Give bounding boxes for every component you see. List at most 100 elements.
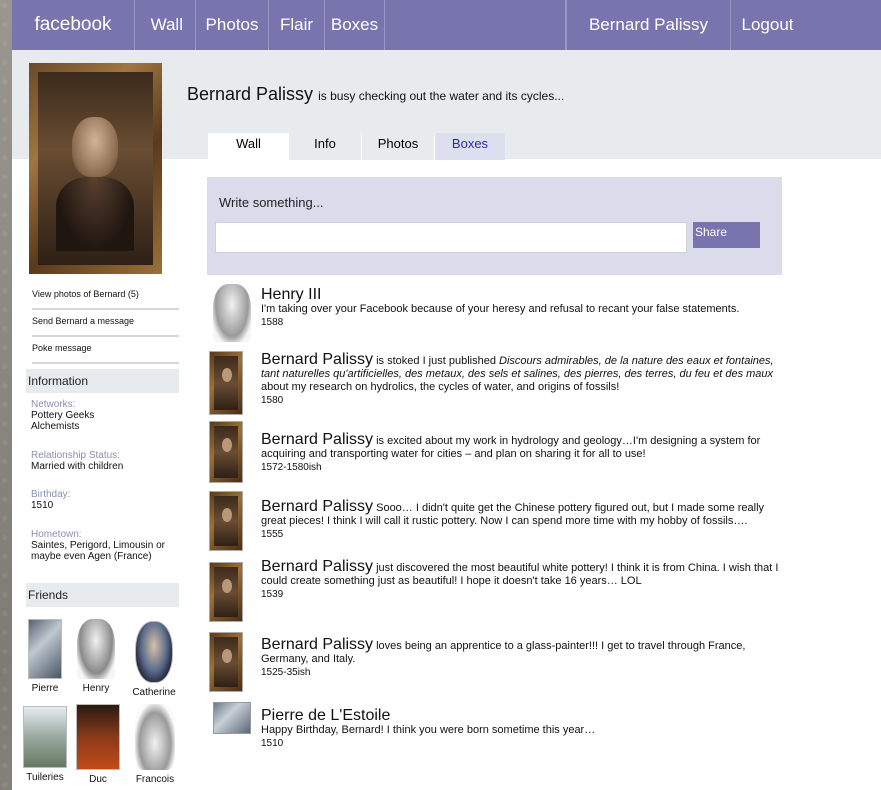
friend-henry[interactable]: Henry	[71, 619, 121, 694]
composer-label: Write something...	[219, 195, 324, 210]
post-body: Pierre de L'Estoile Happy Birthday, Bern…	[261, 707, 791, 750]
friend-name: Pierre	[31, 683, 59, 694]
poster-avatar[interactable]	[209, 351, 243, 415]
status-name[interactable]: Bernard Palissy	[187, 84, 313, 104]
nav-spacer	[385, 0, 566, 50]
poster-name[interactable]: Henry III	[261, 286, 321, 303]
profile-tabs: Wall Info Photos Boxes	[208, 133, 505, 160]
post-message: is stoked I just published	[376, 355, 496, 367]
post-body: Bernard Palissy is stoked I just publish…	[261, 351, 791, 407]
avatar-image	[214, 426, 238, 478]
post-message: Happy Birthday, Bernard! I think you wer…	[261, 724, 596, 736]
post-message: about my research on hydrolics, the cycl…	[261, 381, 620, 393]
hometown-label: Hometown:	[31, 529, 82, 540]
wall-post-input[interactable]	[215, 222, 687, 253]
friend-photo	[77, 619, 115, 679]
post-date: 1580	[261, 395, 284, 406]
post-body: Bernard Palissy is excited about my work…	[261, 431, 791, 474]
view-photos-link[interactable]: View photos of Bernard (5)	[32, 283, 179, 310]
networks-label: Networks:	[31, 399, 76, 410]
post-date: 1588	[261, 317, 284, 328]
relationship-label: Relationship Status:	[31, 450, 120, 461]
poster-avatar[interactable]	[209, 421, 243, 483]
profile-picture[interactable]	[29, 63, 162, 274]
tab-wall[interactable]: Wall	[208, 133, 288, 160]
profile-portrait	[38, 72, 153, 265]
poster-avatar[interactable]	[209, 632, 243, 692]
post-date: 1572-1580ish	[261, 462, 322, 473]
poster-name[interactable]: Pierre de L'Estoile	[261, 707, 390, 724]
post-date: 1555	[261, 529, 284, 540]
post-body: Henry III I'm taking over your Facebook …	[261, 286, 791, 329]
nav-flair[interactable]: Flair	[269, 0, 325, 50]
friend-name: Francois	[135, 774, 175, 785]
network-item: Pottery Geeks	[31, 410, 95, 421]
nav-user-profile[interactable]: Bernard Palissy	[566, 0, 731, 50]
nav-boxes[interactable]: Boxes	[325, 0, 385, 50]
friend-name: Tuileries	[26, 772, 64, 783]
friends-header: Friends	[26, 583, 179, 607]
send-message-link[interactable]: Send Bernard a message	[32, 310, 179, 337]
nav-photos[interactable]: Photos	[196, 0, 269, 50]
facebook-page: facebook Wall Photos Flair Boxes Bernard…	[12, 0, 881, 790]
poster-avatar[interactable]	[209, 562, 243, 622]
friend-photo	[135, 621, 173, 683]
friend-photo	[76, 704, 120, 770]
post-date: 1539	[261, 589, 284, 600]
birthday-label: Birthday:	[31, 489, 71, 500]
tab-info[interactable]: Info	[288, 133, 361, 160]
tab-photos[interactable]: Photos	[361, 133, 434, 160]
portrait-body	[56, 177, 134, 251]
friend-name: Duc	[89, 774, 107, 785]
poster-avatar[interactable]	[213, 702, 251, 734]
birthday-info: Birthday: 1510	[31, 489, 191, 511]
tab-boxes[interactable]: Boxes	[434, 133, 505, 160]
poster-name[interactable]: Bernard Palissy	[261, 351, 373, 368]
networks-info: Networks: Pottery Geeks Alchemists	[31, 399, 191, 432]
friend-tuileries[interactable]: Tuileries	[20, 706, 70, 783]
avatar-image	[214, 567, 238, 617]
top-navigation: facebook Wall Photos Flair Boxes Bernard…	[12, 0, 881, 50]
nav-wall[interactable]: Wall	[135, 0, 196, 50]
post-body: Bernard Palissy loves being an apprentic…	[261, 636, 791, 679]
logout-link[interactable]: Logout	[731, 0, 804, 50]
post-date: 1510	[261, 738, 284, 749]
friend-francois[interactable]: Francois	[130, 704, 180, 785]
hometown-info: Hometown: Saintes, Perigord, Limousin or…	[31, 529, 191, 562]
poster-avatar[interactable]	[213, 284, 251, 342]
birthday-value: 1510	[31, 500, 54, 511]
poster-name[interactable]: Bernard Palissy	[261, 498, 373, 515]
post-date: 1525-35ish	[261, 667, 311, 678]
share-button[interactable]: Share	[693, 222, 760, 248]
avatar-image	[214, 356, 238, 410]
friend-name: Henry	[82, 683, 110, 694]
facebook-logo-link[interactable]: facebook	[12, 0, 135, 50]
wall-composer: Write something... Share	[207, 177, 782, 275]
friend-photo	[135, 704, 175, 770]
friend-catherine[interactable]: Catherine	[129, 621, 179, 698]
friend-pierre[interactable]: Pierre	[20, 619, 70, 694]
poster-name[interactable]: Bernard Palissy	[261, 431, 373, 448]
poster-name[interactable]: Bernard Palissy	[261, 636, 373, 653]
status-update: Bernard Palissy is busy checking out the…	[187, 84, 564, 105]
post-body: Bernard Palissy just discovered the most…	[261, 558, 791, 601]
avatar-image	[214, 637, 238, 687]
friend-duc[interactable]: Duc	[73, 704, 123, 785]
relationship-value: Married with children	[31, 461, 124, 472]
status-text: is busy checking out the water and its c…	[318, 89, 565, 103]
avatar-image	[214, 496, 238, 546]
portrait-face	[72, 117, 118, 177]
relationship-info: Relationship Status: Married with childr…	[31, 450, 191, 472]
poke-link[interactable]: Poke message	[32, 337, 179, 364]
hometown-value: Saintes, Perigord, Limousin or	[31, 540, 165, 551]
information-header: Information	[26, 369, 179, 393]
network-item: Alchemists	[31, 421, 80, 432]
friend-name: Catherine	[132, 687, 176, 698]
post-body: Bernard Palissy Sooo… I didn't quite get…	[261, 498, 791, 541]
poster-avatar[interactable]	[209, 491, 243, 551]
hometown-value: maybe even Agen (France)	[31, 551, 152, 562]
poster-name[interactable]: Bernard Palissy	[261, 558, 373, 575]
friend-photo	[23, 706, 67, 768]
post-message: I'm taking over your Facebook because of…	[261, 303, 740, 315]
friend-photo	[28, 619, 62, 679]
